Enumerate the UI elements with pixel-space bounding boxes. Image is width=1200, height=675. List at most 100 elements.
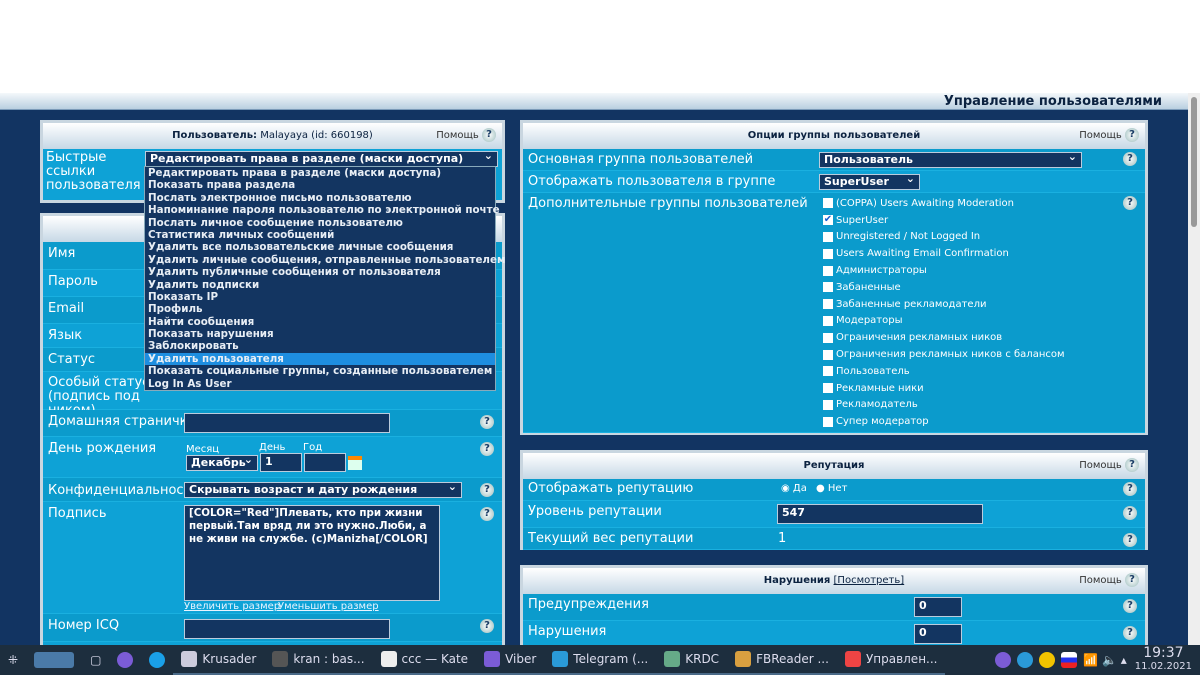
group-checkbox-item[interactable]: Супер модератор [823,413,1065,430]
vertical-scrollbar[interactable] [1188,93,1200,645]
checkbox[interactable] [823,198,833,209]
group-checkbox-item[interactable]: Ограничения рекламных ников с балансом [823,346,1065,363]
show-desktop-icon[interactable]: ▢ [82,645,109,675]
dropdown-option[interactable]: Удалить подписки [145,279,495,291]
viber-launcher-icon[interactable] [109,645,141,675]
dropdown-option[interactable]: Редактировать права в разделе (маски дос… [145,167,495,179]
day-input[interactable]: 1 [260,453,302,472]
icq-input[interactable] [184,619,390,639]
signature-textarea[interactable]: [COLOR="Red"]Плевать, кто при жизни перв… [184,505,440,601]
skype-launcher-icon[interactable] [141,645,173,675]
group-checkbox-item[interactable]: Unregistered / Not Logged In [823,229,1065,246]
homepage-input[interactable] [184,413,390,433]
checkbox[interactable] [823,383,833,394]
checkbox[interactable] [823,248,833,259]
reputation-yes-radio[interactable]: ◉ Да [781,483,807,494]
help-icon[interactable]: ? [480,442,494,456]
help-icon[interactable]: ? [1123,599,1137,613]
dropdown-option[interactable]: Напоминание пароля пользователю по элект… [145,204,500,216]
checkbox[interactable] [823,416,833,427]
taskbar-item[interactable]: ccc — Kate [372,645,477,675]
checkbox[interactable] [823,399,833,410]
group-checkbox-item[interactable]: Забаненные [823,279,1065,296]
shrink-link[interactable]: Уменьшить размер [278,601,379,612]
reputation-no-radio[interactable]: ● Нет [816,483,847,494]
help-icon[interactable]: ? [1123,533,1137,547]
taskbar-item[interactable]: Krusader [173,645,265,675]
taskbar-item[interactable]: Управлен... [836,645,946,675]
group-checkbox-item[interactable]: Забаненные рекламодатели [823,296,1065,313]
view-violations-link[interactable]: [Посмотреть] [834,575,905,586]
checkbox[interactable] [823,332,833,343]
help-icon[interactable]: ? [482,128,496,142]
checkbox[interactable] [823,265,833,276]
month-label: Месяц [186,444,220,455]
clock[interactable]: 19:37 11.02.2021 [1135,646,1200,673]
violations-input[interactable]: 0 [914,624,962,644]
help-icon[interactable]: ? [480,415,494,429]
dropdown-option[interactable]: Показать IP [145,291,495,303]
dropdown-option[interactable]: Показать нарушения [145,328,495,340]
help-link[interactable]: Помощь ? [1079,123,1139,149]
checkbox[interactable]: ✔ [823,215,833,226]
dropdown-option[interactable]: Log In As User [145,378,495,390]
group-checkbox-item[interactable]: Рекламные ники [823,380,1065,397]
enlarge-link[interactable]: Увеличить размер [184,601,280,612]
group-checkbox-item[interactable]: (COPPA) Users Awaiting Moderation [823,195,1065,212]
desktop-pager[interactable] [26,645,82,675]
dropdown-option[interactable]: Профиль [145,303,495,315]
taskbar-item[interactable]: Telegram (... [544,645,657,675]
taskbar-item[interactable]: FBReader ... [727,645,837,675]
checkbox[interactable] [823,231,833,242]
group-checkbox-item[interactable]: Модераторы [823,313,1065,330]
checkbox[interactable] [823,366,833,377]
dropdown-option[interactable]: Удалить все пользовательские личные сооб… [145,241,495,253]
checkbox[interactable] [823,282,833,293]
checkbox[interactable] [823,299,833,310]
quick-links-dropdown-list[interactable]: Редактировать права в разделе (маски дос… [144,166,505,392]
help-icon[interactable]: ? [1123,626,1137,640]
display-group-select[interactable]: SuperUser [819,172,920,190]
help-icon[interactable]: ? [1123,196,1137,210]
taskbar-item[interactable]: kran : bas... [264,645,373,675]
help-icon[interactable]: ? [480,619,494,633]
group-checkbox-item[interactable]: Пользователь [823,363,1065,380]
help-icon[interactable]: ? [480,483,494,497]
help-icon[interactable]: ? [1123,506,1137,520]
taskbar-item[interactable]: Viber [476,645,545,675]
help-icon[interactable]: ? [480,507,494,521]
dropdown-option[interactable]: Удалить публичные сообщения от пользоват… [145,266,495,278]
tray-icons[interactable]: 📶 🔈 ▴ [987,645,1135,675]
app-launcher-icon[interactable]: ⁜ [0,645,26,675]
group-checkbox-item[interactable]: Рекламодатель [823,397,1065,414]
group-checkbox-item[interactable]: Администраторы [823,262,1065,279]
checkbox[interactable] [823,349,833,360]
help-link[interactable]: Помощь ? [1079,453,1139,479]
month-select[interactable]: Декабрь [186,453,258,471]
dropdown-option[interactable]: Послать электронное письмо пользователю [145,192,495,204]
help-icon[interactable]: ? [1123,482,1137,496]
help-link[interactable]: Помощь ? [436,123,496,149]
calendar-icon[interactable] [348,456,362,470]
warnings-input[interactable]: 0 [914,597,962,617]
dropdown-option[interactable]: Показать права раздела [145,179,495,191]
dropdown-option[interactable]: Послать личное сообщение пользователю [145,217,495,229]
quick-links-select[interactable]: Редактировать права в разделе (маски дос… [145,149,498,167]
dropdown-option[interactable]: Статистика личных сообщений [145,229,495,241]
dropdown-option[interactable]: Удалить пользователя [145,352,495,366]
help-link[interactable]: Помощь ? [1079,568,1139,594]
privacy-select[interactable]: Скрывать возраст и дату рождения [184,480,462,498]
group-checkbox-item[interactable]: Ограничения рекламных ников [823,329,1065,346]
help-icon[interactable]: ? [1123,152,1137,166]
dropdown-option[interactable]: Удалить личные сообщения, отправленные п… [145,254,505,266]
group-checkbox-item[interactable]: Users Awaiting Email Confirmation [823,245,1065,262]
primary-group-select[interactable]: Пользователь [819,150,1082,168]
dropdown-option[interactable]: Заблокировать [145,340,495,352]
year-input[interactable] [304,453,346,472]
dropdown-option[interactable]: Найти сообщения [145,316,495,328]
reputation-level-input[interactable]: 547 [777,504,983,524]
taskbar-item[interactable]: KRDC [656,645,728,675]
checkbox[interactable] [823,315,833,326]
dropdown-option[interactable]: Показать социальные группы, созданные по… [145,365,495,377]
group-checkbox-item[interactable]: ✔ SuperUser [823,212,1065,229]
